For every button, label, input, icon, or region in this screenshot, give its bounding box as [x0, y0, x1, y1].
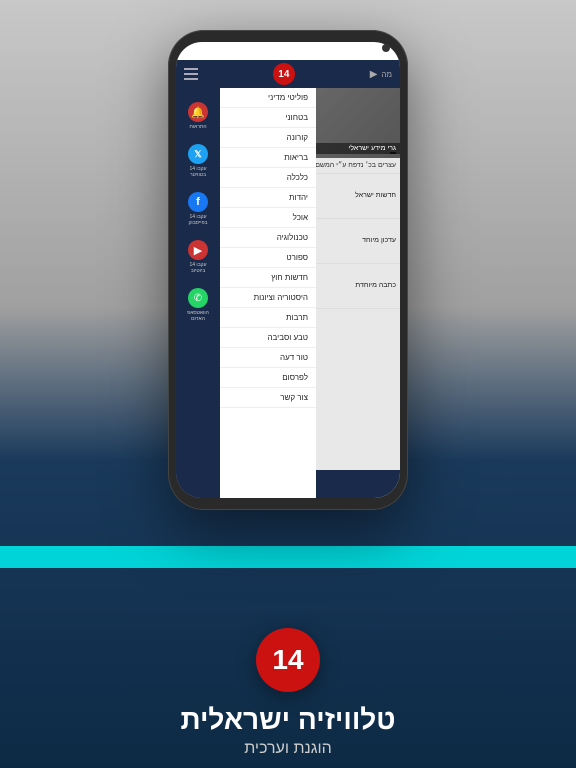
app-logo-large: 14 [256, 628, 320, 692]
teal-accent-bar [0, 546, 576, 568]
header-logo: 14 [273, 63, 295, 85]
phone-mockup: 14 ▶ מה גרי מידע ישראלי 25 עצרים בכ׳ נדפ… [168, 30, 408, 510]
nav-item-tech[interactable]: טכנולוגיה [220, 228, 316, 248]
facebook-label: עקבו 14בפייסבוק [188, 214, 207, 226]
nav-item-history[interactable]: היסטוריה וציונות [220, 288, 316, 308]
social-item-twitter[interactable]: 𝕏 עקבו 14בטוויטר [176, 138, 220, 184]
social-item-facebook[interactable]: f עקבו 14בפייסבוק [176, 186, 220, 232]
social-item-notifications[interactable]: 🔔 התראות [176, 96, 220, 136]
facebook-icon: f [188, 192, 208, 212]
nav-item-nature[interactable]: טבע וסביבה [220, 328, 316, 348]
nav-item-foreign[interactable]: חדשות חוץ [220, 268, 316, 288]
nav-item-opinion[interactable]: טור דעה [220, 348, 316, 368]
nav-item-food[interactable]: אוכל [220, 208, 316, 228]
app-content: גרי מידע ישראלי 25 עצרים בכ׳ נדפח ע״י המ… [176, 88, 400, 498]
whatsapp-label: הוואטסאפהאדום [187, 310, 209, 322]
social-item-youtube[interactable]: ▶ עקבו 14ביוטיוב [176, 234, 220, 280]
sidebar-overlay: 🔔 התראות 𝕏 עקבו 14בטוויטר f עקבו 14בפייס… [176, 88, 316, 498]
youtube-label: עקבו 14ביוטיוב [189, 262, 206, 274]
bottom-section: 14 טלוויזיה ישראלית הוגנת וערכית [0, 608, 576, 768]
nav-menu: פוליטי מדיני בטחוני קורונה בריאות כלכלה … [220, 88, 316, 498]
nav-item-economy[interactable]: כלכלה [220, 168, 316, 188]
app-subtitle-hebrew: הוגנת וערכית [244, 740, 332, 758]
nav-item-contact[interactable]: צור קשר [220, 388, 316, 408]
nav-item-judaism[interactable]: יהדות [220, 188, 316, 208]
social-panel: 🔔 התראות 𝕏 עקבו 14בטוויטר f עקבו 14בפייס… [176, 88, 220, 498]
nav-item-culture[interactable]: תרבות [220, 308, 316, 328]
twitter-icon: 𝕏 [188, 144, 208, 164]
nav-item-corona[interactable]: קורונה [220, 128, 316, 148]
camera-dot [382, 44, 390, 52]
hamburger-icon[interactable] [184, 68, 198, 80]
nav-item-security[interactable]: בטחוני [220, 108, 316, 128]
channel-logo-small: מה [381, 70, 392, 79]
nav-item-advertise[interactable]: לפרסום [220, 368, 316, 388]
nav-item-sports[interactable]: ספורט [220, 248, 316, 268]
youtube-icon: ▶ [188, 240, 208, 260]
app-header: 14 ▶ מה [176, 60, 400, 88]
whatsapp-icon: ✆ [188, 288, 208, 308]
live-badge: ▶ [370, 69, 378, 80]
app-title-hebrew: טלוויזיה ישראלית [180, 704, 395, 736]
phone-shell: 14 ▶ מה גרי מידע ישראלי 25 עצרים בכ׳ נדפ… [168, 30, 408, 510]
phone-screen: 14 ▶ מה גרי מידע ישראלי 25 עצרים בכ׳ נדפ… [176, 42, 400, 498]
nav-item-health[interactable]: בריאות [220, 148, 316, 168]
bell-icon: 🔔 [188, 102, 208, 122]
twitter-label: עקבו 14בטוויטר [189, 166, 206, 178]
header-right: ▶ מה [370, 69, 392, 80]
social-item-whatsapp[interactable]: ✆ הוואטסאפהאדום [176, 282, 220, 328]
nav-item-politics[interactable]: פוליטי מדיני [220, 88, 316, 108]
notifications-label: התראות [189, 124, 206, 130]
